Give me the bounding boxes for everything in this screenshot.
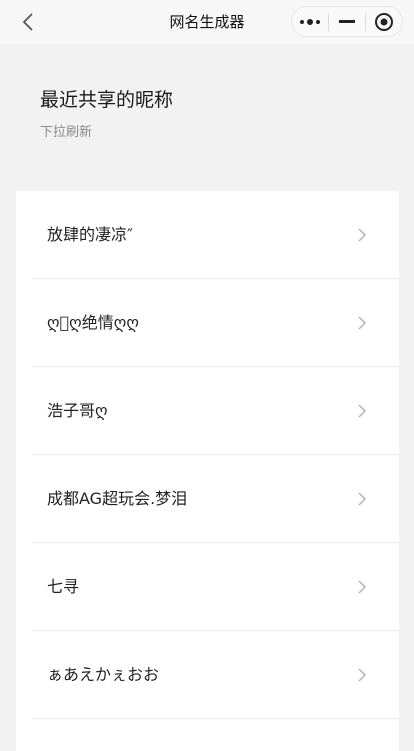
list-item[interactable]: ღ⃢ღ绝情ღღ — [32, 279, 399, 367]
more-button[interactable] — [292, 7, 328, 36]
more-dots-icon — [300, 18, 320, 25]
chevron-right-icon — [358, 492, 367, 506]
chevron-right-icon — [358, 580, 367, 594]
minimize-button[interactable] — [329, 7, 365, 36]
mini-program-capsule — [291, 6, 403, 37]
chevron-right-icon — [358, 228, 367, 242]
chevron-right-icon — [358, 404, 367, 418]
nickname-list: 放肆的凄凉″ ღ⃢ღ绝情ღღ 浩子哥ღ 成都AG超玩会.梦泪 七寻 ぁあえかぇお… — [16, 191, 399, 751]
list-item[interactable]: 成都AG超玩会.梦泪 — [32, 455, 399, 543]
list-item[interactable]: 浩子哥ღ — [32, 367, 399, 455]
list-item[interactable]: ぁあえかぇおお — [32, 631, 399, 719]
close-button[interactable] — [366, 7, 402, 36]
pull-to-refresh-hint: 下拉刷新 — [40, 125, 93, 140]
navigation-bar: 网名生成器 — [0, 0, 414, 44]
list-item-label: 浩子哥ღ — [47, 401, 108, 420]
target-close-icon — [374, 12, 393, 31]
list-item-label: ぁあえかぇおお — [47, 665, 160, 684]
list-item-label: 成都AG超玩会.梦泪 — [47, 489, 188, 508]
list-item-label: 放肆的凄凉″ — [47, 225, 133, 244]
list-item[interactable]: 七寻 — [32, 543, 399, 631]
list-item-label: ღ⃢ღ绝情ღღ — [47, 313, 139, 332]
minimize-icon — [338, 19, 355, 23]
section-header: 最近共享的昵称 下拉刷新 — [40, 88, 173, 142]
list-item[interactable]: 放肆的凄凉″ — [32, 191, 399, 279]
section-title: 最近共享的昵称 — [40, 89, 174, 111]
list-item-label: 七寻 — [47, 577, 80, 596]
chevron-right-icon — [358, 668, 367, 682]
chevron-right-icon — [358, 316, 367, 330]
